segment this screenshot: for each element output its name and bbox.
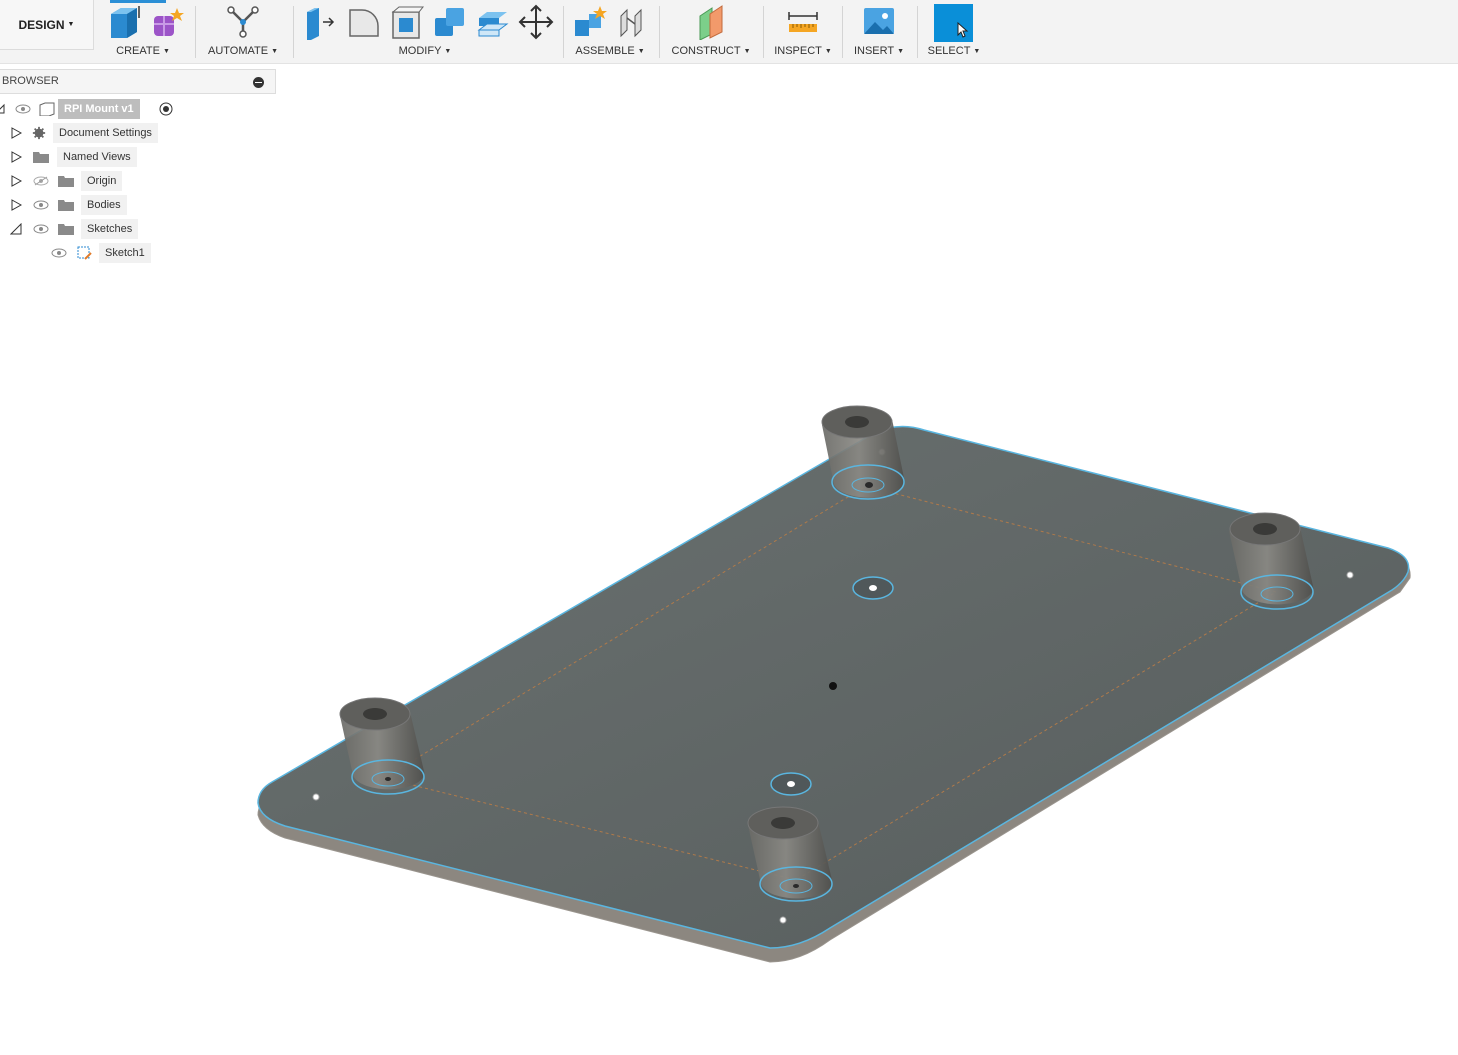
fillet-icon[interactable]: [346, 4, 382, 40]
tree-item-bodies[interactable]: Bodies: [0, 195, 180, 215]
offset-plane-icon[interactable]: [694, 4, 730, 40]
insert-image-icon[interactable]: [861, 4, 897, 40]
expand-triangle-icon[interactable]: [10, 175, 22, 187]
expand-triangle-icon[interactable]: [10, 151, 22, 163]
folder-icon: [58, 224, 74, 235]
folder-icon: [58, 200, 74, 211]
tree-root-row[interactable]: RPI Mount v1: [0, 99, 180, 119]
divider: [763, 6, 764, 58]
folder-icon: [58, 176, 74, 187]
expand-triangle-icon[interactable]: [10, 199, 22, 211]
active-tab-indicator: [110, 0, 166, 3]
new-component-assemble-icon[interactable]: [572, 4, 608, 40]
activate-radio-icon[interactable]: [159, 102, 173, 116]
chevron-down-icon: ▼: [67, 21, 75, 28]
tree-item-document-settings[interactable]: Document Settings: [0, 123, 180, 143]
new-component-icon[interactable]: [107, 4, 143, 40]
collapse-triangle-icon[interactable]: [10, 223, 22, 235]
tree-item-label[interactable]: Named Views: [57, 147, 137, 167]
joint-icon[interactable]: [615, 4, 651, 40]
eye-icon[interactable]: [33, 200, 49, 210]
divider: [659, 6, 660, 58]
divider: [293, 6, 294, 58]
offset-face-icon[interactable]: [475, 4, 511, 40]
combine-icon[interactable]: [432, 4, 468, 40]
divider: [842, 6, 843, 58]
automate-menu[interactable]: AUTOMATE ▼: [208, 45, 278, 57]
tree-item-origin[interactable]: Origin: [0, 171, 180, 191]
tree-item-label[interactable]: Origin: [81, 171, 123, 191]
select-button[interactable]: [934, 4, 973, 42]
press-pull-icon[interactable]: [303, 4, 339, 40]
eye-icon[interactable]: [15, 104, 31, 114]
browser-header: BROWSER: [0, 69, 276, 94]
divider: [195, 6, 196, 58]
cursor-icon: [957, 21, 969, 38]
modify-menu[interactable]: MODIFY ▼: [399, 45, 452, 57]
expand-triangle-icon[interactable]: [10, 127, 22, 139]
insert-menu[interactable]: INSERT ▼: [854, 45, 904, 57]
construct-menu[interactable]: CONSTRUCT ▼: [672, 45, 751, 57]
sketch-point: [779, 916, 787, 924]
eye-hidden-icon[interactable]: [33, 176, 49, 186]
assemble-menu[interactable]: ASSEMBLE ▼: [575, 45, 644, 57]
automate-icon[interactable]: [225, 4, 261, 40]
model-render[interactable]: [0, 280, 1458, 1055]
sketch-icon: [77, 246, 92, 260]
canvas-viewport[interactable]: [0, 280, 1458, 1055]
tree-item-label[interactable]: Document Settings: [53, 123, 158, 143]
toolbar: DESIGN ▼ CREATE ▼ AUTOMATE ▼ MODIFY ▼ ASSEMB: [0, 0, 1458, 64]
mount-hole: [770, 772, 812, 796]
tree-item-named-views[interactable]: Named Views: [0, 147, 180, 167]
measure-icon[interactable]: [785, 4, 821, 40]
tree-item-label[interactable]: Sketches: [81, 219, 139, 239]
tree-item-sketches[interactable]: Sketches: [0, 219, 180, 239]
select-menu[interactable]: SELECT ▼: [928, 45, 981, 57]
document-icon: [39, 102, 55, 116]
gear-icon: [32, 126, 46, 140]
tree-item-label[interactable]: Bodies: [81, 195, 127, 215]
create-menu[interactable]: CREATE ▼: [116, 45, 170, 57]
eye-icon[interactable]: [33, 224, 49, 234]
tree-item-label[interactable]: Sketch1: [99, 243, 151, 263]
sketch-point: [312, 793, 320, 801]
divider: [917, 6, 918, 58]
workspace-switcher[interactable]: DESIGN ▼: [0, 0, 94, 50]
tree-root-label[interactable]: RPI Mount v1: [58, 99, 140, 119]
create-form-icon[interactable]: [148, 4, 184, 40]
divider: [563, 6, 564, 58]
move-icon[interactable]: [518, 4, 554, 40]
shell-icon[interactable]: [389, 4, 425, 40]
workspace-label: DESIGN: [18, 17, 65, 32]
inspect-menu[interactable]: INSPECT ▼: [774, 45, 832, 57]
folder-icon: [33, 152, 49, 163]
sketch-point: [1346, 571, 1354, 579]
collapse-icon[interactable]: [253, 77, 264, 88]
sketch-point: [829, 682, 837, 690]
mount-hole: [852, 576, 894, 600]
eye-icon[interactable]: [51, 248, 67, 258]
tree-item-sketch1[interactable]: Sketch1: [0, 243, 180, 263]
expand-triangle-icon[interactable]: [0, 103, 6, 115]
browser-title: BROWSER: [2, 75, 59, 87]
